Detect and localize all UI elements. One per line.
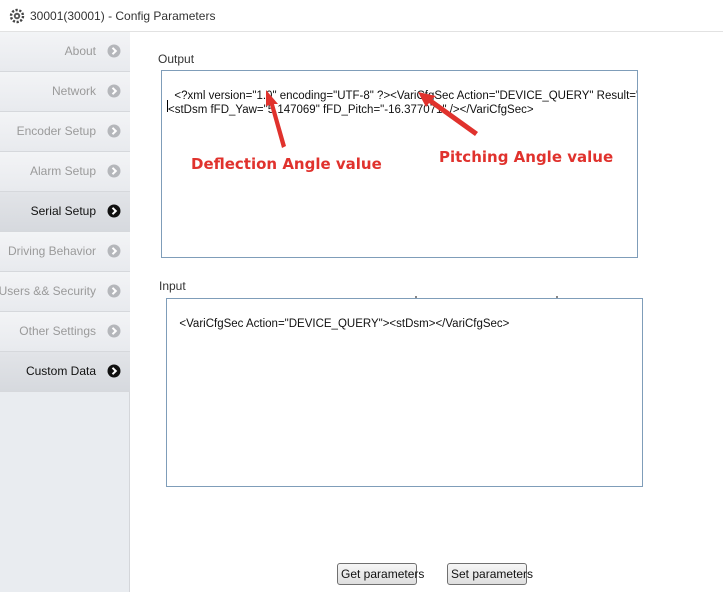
sidebar-item-users-security[interactable]: Users && Security — [0, 272, 130, 312]
circle-arrow-right-icon — [107, 124, 121, 138]
title-bar: 30001(30001) - Config Parameters — [0, 0, 723, 32]
circle-arrow-right-icon — [107, 364, 121, 378]
input-label: Input — [159, 279, 186, 293]
input-textarea[interactable]: <VariCfgSec Action="DEVICE_QUERY"><stDsm… — [166, 298, 643, 487]
pitching-angle-annotation: Pitching Angle value — [439, 148, 614, 166]
gear-app-icon — [9, 8, 25, 24]
sidebar-item-label: About — [64, 44, 96, 58]
sidebar-item-serial-setup[interactable]: Serial Setup — [0, 192, 130, 232]
circle-arrow-right-icon — [107, 164, 121, 178]
window-title: 30001(30001) - Config Parameters — [30, 9, 216, 23]
sidebar-item-custom-data[interactable]: Custom Data — [0, 352, 130, 392]
sidebar-item-label: Driving Behavior — [7, 244, 96, 258]
circle-arrow-right-icon — [107, 284, 121, 298]
sidebar-item-label: Users && Security — [0, 284, 96, 298]
sidebar-item-label: Network — [51, 84, 96, 98]
input-text: <VariCfgSec Action="DEVICE_QUERY"><stDsm… — [179, 318, 510, 330]
deflection-angle-annotation: Deflection Angle value — [191, 155, 382, 173]
output-text: <?xml version="1.0" encoding="UTF-8" ?><… — [168, 90, 637, 116]
circle-arrow-right-icon — [107, 244, 121, 258]
circle-arrow-right-icon — [107, 44, 121, 58]
sidebar-item-label: Encoder Setup — [16, 124, 96, 138]
get-parameters-button[interactable]: Get parameters — [337, 563, 424, 585]
circle-arrow-right-icon — [107, 324, 121, 338]
sidebar-item-network[interactable]: Network — [0, 72, 130, 112]
sidebar-nav: About Network Encoder Setup Alarm Setup … — [0, 32, 130, 592]
sidebar-item-alarm-setup[interactable]: Alarm Setup — [0, 152, 130, 192]
sidebar-item-driving-behavior[interactable]: Driving Behavior — [0, 232, 130, 272]
circle-arrow-right-icon — [107, 84, 121, 98]
sidebar-item-label: Serial Setup — [30, 204, 96, 218]
sidebar-item-label: Alarm Setup — [29, 164, 96, 178]
sidebar-item-about[interactable]: About — [0, 32, 130, 72]
sidebar-item-encoder-setup[interactable]: Encoder Setup — [0, 112, 130, 152]
set-parameters-button[interactable]: Set parameters — [447, 563, 533, 585]
output-label: Output — [158, 52, 195, 66]
text-caret — [167, 100, 168, 112]
sidebar-item-other-settings[interactable]: Other Settings — [0, 312, 130, 352]
sidebar-item-label: Custom Data — [25, 364, 96, 378]
sidebar-item-label: Other Settings — [19, 324, 96, 338]
circle-arrow-right-icon — [107, 204, 121, 218]
